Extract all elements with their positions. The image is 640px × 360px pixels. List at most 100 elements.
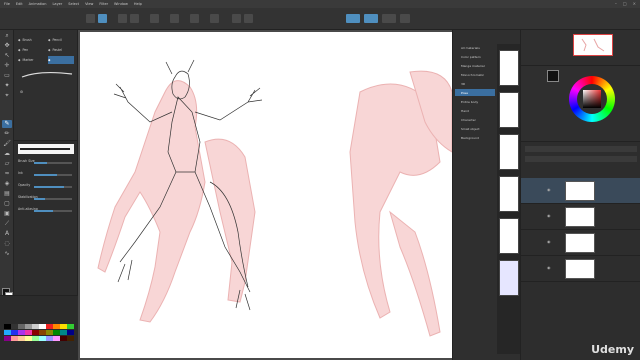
color-swatch[interactable]: [46, 324, 53, 329]
subtool-item[interactable]: ◆ Marker: [18, 56, 44, 64]
selection-icon[interactable]: ▭: [2, 72, 12, 80]
navigator-preview[interactable]: [573, 34, 613, 56]
layer-row[interactable]: ◉: [521, 178, 640, 204]
material-thumb[interactable]: [499, 92, 519, 128]
material-folder[interactable]: Small object: [455, 125, 495, 132]
color-swatch[interactable]: [32, 336, 39, 341]
material-folder[interactable]: 3D: [455, 80, 495, 87]
color-swatch[interactable]: [4, 324, 11, 329]
color-swatch[interactable]: [18, 330, 25, 335]
snap-button[interactable]: [346, 14, 360, 23]
zoom-tool-icon[interactable]: ⌕: [2, 32, 12, 40]
eraser-icon[interactable]: ▱: [2, 160, 12, 168]
color-swatch[interactable]: [25, 330, 32, 335]
subtool-item-selected[interactable]: ◆: [48, 56, 74, 64]
color-swatch[interactable]: [32, 330, 39, 335]
close-icon[interactable]: ×: [633, 1, 636, 6]
snap-special-button[interactable]: [382, 14, 396, 23]
color-swatch[interactable]: [39, 324, 46, 329]
saturation-square[interactable]: [583, 90, 601, 108]
eyedropper-icon[interactable]: ⌖: [2, 92, 12, 100]
canvas-area[interactable]: [78, 30, 452, 360]
color-swatch[interactable]: [39, 330, 46, 335]
text-icon[interactable]: A: [2, 230, 12, 238]
material-thumb[interactable]: [499, 260, 519, 296]
layer-row[interactable]: ◉: [521, 230, 640, 256]
redo-button[interactable]: [130, 14, 139, 23]
move-tool-icon[interactable]: ✥: [2, 42, 12, 50]
color-swatch[interactable]: [46, 336, 53, 341]
color-swatch[interactable]: [11, 330, 18, 335]
gradient-icon[interactable]: ▤: [2, 190, 12, 198]
prop-slider[interactable]: [34, 174, 72, 176]
correct-line-icon[interactable]: ∿: [2, 250, 12, 258]
color-swatch[interactable]: [4, 336, 11, 341]
color-swatch[interactable]: [46, 330, 53, 335]
color-swatch[interactable]: [60, 330, 67, 335]
opacity-slider[interactable]: [525, 156, 637, 162]
color-swatch[interactable]: [18, 324, 25, 329]
deselect-button[interactable]: [190, 14, 199, 23]
balloon-icon[interactable]: ◌: [2, 240, 12, 248]
hue-ring[interactable]: [569, 76, 615, 122]
menu-item-window[interactable]: Window: [114, 2, 128, 6]
grid-button[interactable]: [244, 14, 253, 23]
color-swatch[interactable]: [60, 324, 67, 329]
snap-grid-button[interactable]: [364, 14, 378, 23]
prop-slider[interactable]: [34, 162, 72, 164]
clear-button[interactable]: [150, 14, 159, 23]
undo-button[interactable]: [118, 14, 127, 23]
color-swatch[interactable]: [18, 336, 25, 341]
material-thumb[interactable]: [499, 176, 519, 212]
menu-item-animation[interactable]: Animation: [29, 2, 47, 6]
prop-row[interactable]: Stabilization: [18, 195, 74, 202]
new-file-button[interactable]: [86, 14, 95, 23]
subtool-item[interactable]: ◆ Pastel: [48, 46, 74, 54]
pen-icon[interactable]: ✎: [2, 120, 12, 128]
material-folder[interactable]: Monochromatic: [455, 71, 495, 78]
material-folder[interactable]: Character: [455, 116, 495, 123]
color-swatch[interactable]: [39, 336, 46, 341]
material-folder[interactable]: Entire body: [455, 98, 495, 105]
material-folder[interactable]: Color pattern: [455, 53, 495, 60]
eye-icon[interactable]: ◉: [547, 214, 553, 218]
prop-row[interactable]: Brush Size: [18, 159, 74, 166]
eye-icon[interactable]: ◉: [547, 266, 553, 270]
color-swatch[interactable]: [67, 336, 74, 341]
operation-tool-icon[interactable]: ↖: [2, 52, 12, 60]
layer-row[interactable]: ◉: [521, 256, 640, 282]
select-all-button[interactable]: [210, 14, 219, 23]
fill-icon[interactable]: ◈: [2, 180, 12, 188]
menu-item-view[interactable]: View: [85, 2, 93, 6]
color-swatch[interactable]: [11, 336, 18, 341]
figure-icon[interactable]: ▢: [2, 200, 12, 208]
prop-slider[interactable]: [34, 210, 72, 212]
auto-select-icon[interactable]: ✦: [2, 82, 12, 90]
material-thumb[interactable]: [499, 50, 519, 86]
menu-item-layer[interactable]: Layer: [52, 2, 62, 6]
material-thumb[interactable]: [499, 134, 519, 170]
subtool-item[interactable]: ◆ Pen: [18, 46, 44, 54]
material-folder[interactable]: Background: [455, 134, 495, 141]
layer-row[interactable]: ◉: [521, 204, 640, 230]
settings-button[interactable]: [400, 14, 410, 23]
material-folder[interactable]: Hand: [455, 107, 495, 114]
material-folder[interactable]: Pose: [455, 89, 495, 96]
material-thumb[interactable]: [499, 218, 519, 254]
color-swatch[interactable]: [32, 324, 39, 329]
eye-icon[interactable]: ◉: [547, 188, 553, 192]
menu-item-edit[interactable]: Edit: [16, 2, 23, 6]
blend-mode-select[interactable]: [525, 146, 637, 152]
prop-row[interactable]: Anti-aliasing: [18, 207, 74, 214]
menu-item-file[interactable]: File: [4, 2, 10, 6]
color-swatch[interactable]: [67, 324, 74, 329]
menu-item-help[interactable]: Help: [134, 2, 142, 6]
minimize-icon[interactable]: –: [615, 1, 617, 6]
prop-row[interactable]: Opacity: [18, 183, 74, 190]
color-swatch[interactable]: [25, 324, 32, 329]
material-folder[interactable]: Manga material: [455, 62, 495, 69]
menu-item-select[interactable]: Select: [68, 2, 79, 6]
ruler-icon[interactable]: ⟋: [2, 220, 12, 228]
brush-icon[interactable]: 🖌: [2, 140, 12, 148]
main-color-chip[interactable]: [547, 70, 559, 82]
